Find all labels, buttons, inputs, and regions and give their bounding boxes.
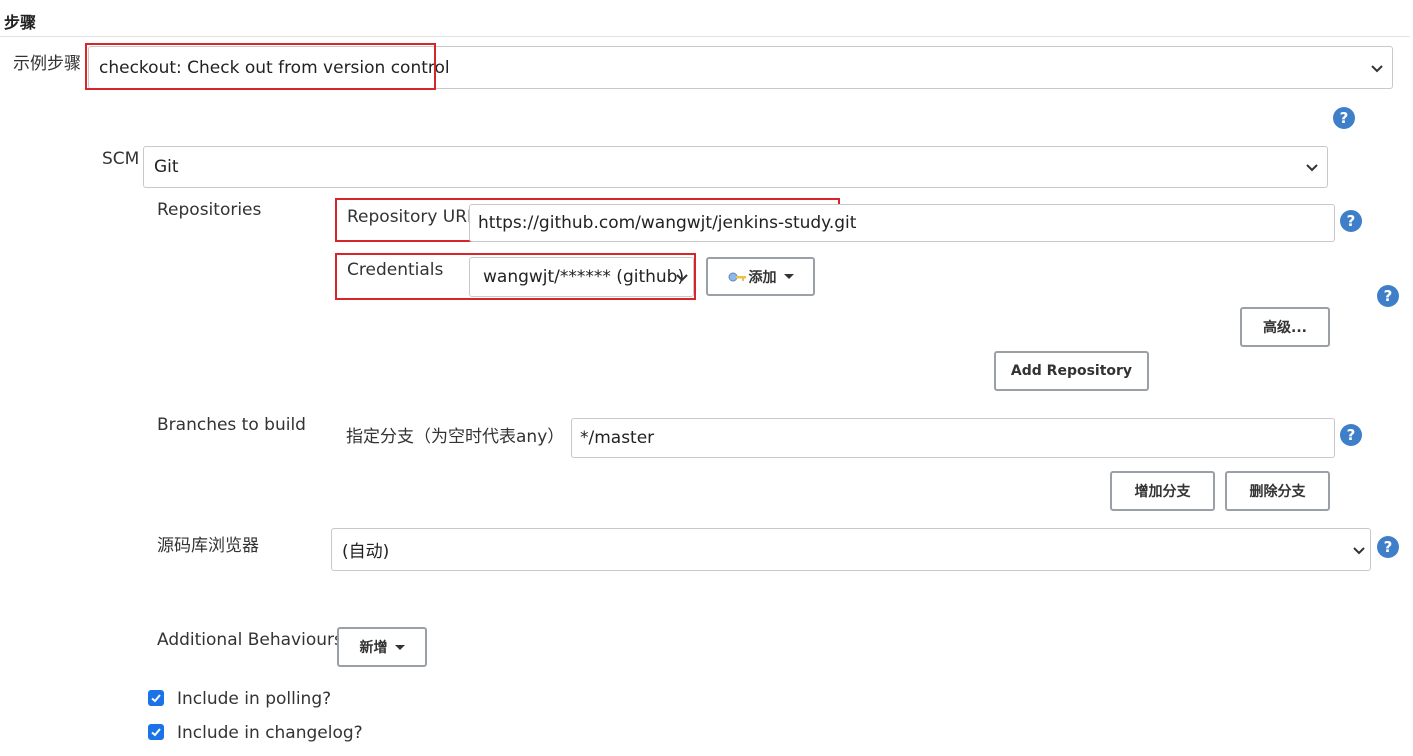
add-credentials-button[interactable]: 添加 — [706, 257, 815, 296]
include-polling-checkbox[interactable] — [148, 690, 164, 706]
key-icon — [728, 272, 746, 281]
section-title: 步骤 — [4, 13, 37, 32]
branch-specifier-input[interactable]: */master — [571, 418, 1335, 458]
chevron-down-icon — [1306, 164, 1318, 172]
include-changelog-checkbox[interactable] — [148, 724, 164, 740]
repository-browser-value: (自动) — [342, 542, 390, 562]
caret-down-icon — [394, 644, 405, 650]
delete-branch-button[interactable]: 删除分支 — [1225, 471, 1330, 511]
section-divider — [0, 36, 1410, 37]
additional-behaviours-label: Additional Behaviours — [157, 630, 343, 650]
add-repository-button[interactable]: Add Repository — [994, 351, 1149, 391]
help-icon[interactable]: ? — [1340, 210, 1362, 232]
check-icon — [151, 694, 161, 703]
scm-label: SCM — [102, 149, 140, 169]
chevron-down-icon — [1353, 546, 1365, 554]
sample-step-highlight — [85, 43, 436, 90]
help-icon[interactable]: ? — [1377, 285, 1399, 307]
include-changelog-label: Include in changelog? — [177, 723, 363, 743]
help-icon[interactable]: ? — [1340, 424, 1362, 446]
repository-url-label: Repository URL — [347, 207, 477, 227]
add-behaviour-button[interactable]: 新增 — [337, 627, 427, 667]
help-icon[interactable]: ? — [1377, 536, 1399, 558]
chevron-down-icon — [676, 274, 688, 282]
branches-label: Branches to build — [157, 415, 306, 435]
credentials-label: Credentials — [347, 260, 444, 280]
credentials-select[interactable]: wangwjt/****** (github) — [469, 257, 694, 297]
include-polling-label: Include in polling? — [177, 689, 332, 709]
repositories-label: Repositories — [157, 200, 262, 220]
repository-browser-label: 源码库浏览器 — [157, 536, 259, 556]
scm-value: Git — [154, 157, 179, 177]
add-behaviour-label: 新增 — [359, 640, 388, 656]
branch-specifier-label: 指定分支（为空时代表any） — [346, 427, 565, 447]
help-icon[interactable]: ? — [1333, 107, 1355, 129]
scm-select[interactable]: Git — [143, 146, 1328, 188]
check-icon — [151, 728, 161, 737]
add-credentials-label: 添加 — [748, 269, 777, 286]
branch-specifier-value: */master — [580, 428, 655, 448]
chevron-down-icon — [1371, 64, 1383, 72]
repository-url-input[interactable]: https://github.com/wangwjt/jenkins-study… — [469, 204, 1335, 242]
advanced-button[interactable]: 高级... — [1240, 307, 1330, 347]
add-branch-button[interactable]: 增加分支 — [1110, 471, 1215, 511]
repository-browser-select[interactable]: (自动) — [331, 528, 1371, 571]
caret-down-icon — [783, 274, 794, 279]
sample-step-label: 示例步骤 — [13, 54, 81, 74]
repository-url-value: https://github.com/wangwjt/jenkins-study… — [478, 213, 857, 233]
credentials-value: wangwjt/****** (github) — [483, 267, 685, 287]
